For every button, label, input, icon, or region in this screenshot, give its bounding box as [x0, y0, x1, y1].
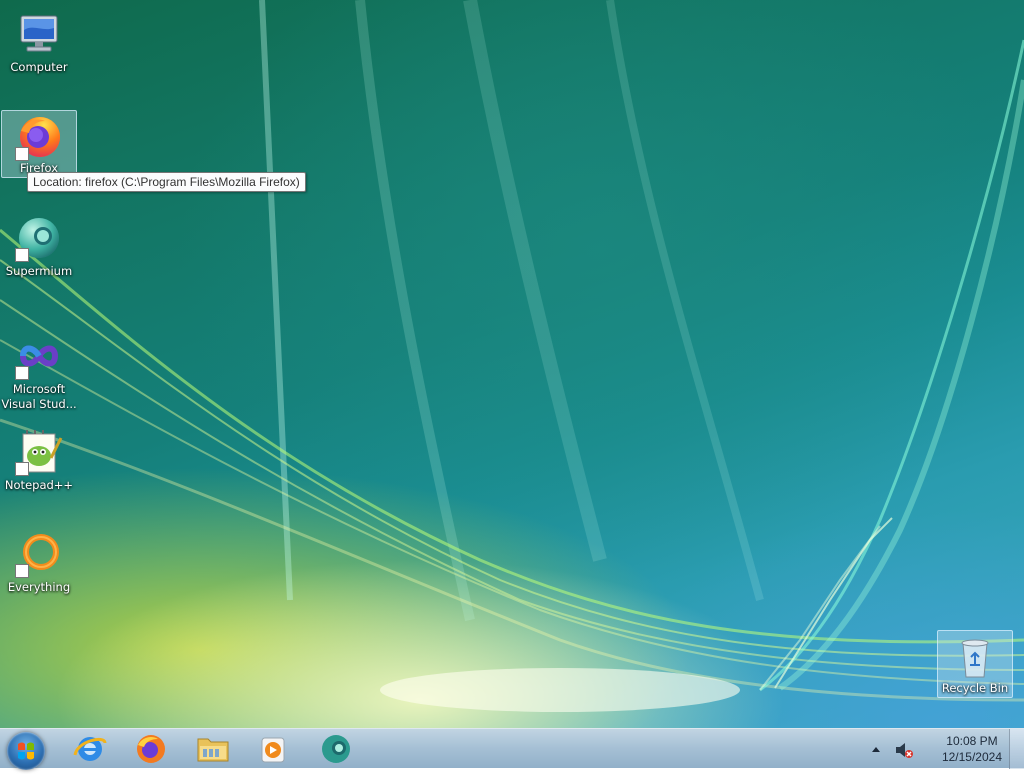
supermium-icon — [322, 735, 350, 763]
show-desktop-button[interactable] — [1009, 729, 1024, 769]
desktop-icon-computer[interactable]: Computer — [1, 4, 77, 75]
taskbar-supermium[interactable] — [311, 731, 361, 767]
recycle-bin-icon — [951, 633, 999, 681]
clock-date: 12/15/2024 — [941, 750, 1002, 764]
icon-label: Computer — [10, 60, 68, 74]
shortcut-arrow-icon — [15, 564, 29, 578]
taskbar-internet-explorer[interactable] — [65, 731, 115, 767]
wallpaper-waves — [0, 0, 1024, 712]
notepadpp-icon — [15, 428, 63, 476]
folder-icon — [197, 738, 229, 762]
visual-studio-icon — [15, 332, 63, 380]
icon-label: Microsoft Visual Stud... — [1, 382, 77, 411]
tooltip: Location: firefox (C:\Program Files\Mozi… — [27, 172, 306, 192]
firefox-icon — [137, 735, 165, 763]
show-hidden-icons-arrow[interactable] — [870, 744, 882, 756]
shortcut-arrow-icon — [15, 462, 29, 476]
desktop[interactable]: Computer Firefox Location: firefox (C:\P… — [0, 0, 1024, 728]
firefox-icon — [15, 113, 63, 161]
icon-label: Recycle Bin — [941, 681, 1009, 695]
media-player-icon — [261, 737, 285, 763]
shortcut-arrow-icon — [15, 366, 29, 380]
system-tray: 10:08 PM 12/15/2024 — [854, 729, 1024, 769]
taskbar: 10:08 PM 12/15/2024 — [0, 728, 1024, 770]
internet-explorer-icon — [73, 737, 107, 761]
desktop-icon-everything[interactable]: Everything — [1, 524, 77, 595]
start-button[interactable] — [7, 732, 45, 770]
icon-label: Supermium — [5, 264, 73, 278]
windows-start-icon — [18, 742, 34, 760]
desktop-icon-supermium[interactable]: Supermium — [1, 208, 77, 279]
clock[interactable]: 10:08 PM 12/15/2024 — [942, 733, 1002, 765]
volume-muted-icon[interactable] — [894, 740, 914, 760]
everything-icon — [15, 530, 63, 578]
shortcut-arrow-icon — [15, 248, 29, 262]
supermium-icon — [15, 214, 63, 262]
computer-icon — [15, 10, 63, 58]
taskbar-firefox[interactable] — [126, 731, 176, 767]
desktop-icon-notepadpp[interactable]: Notepad++ — [1, 422, 77, 493]
clock-time: 10:08 PM — [946, 734, 998, 748]
desktop-icon-recycle-bin[interactable]: Recycle Bin — [937, 630, 1013, 698]
taskbar-media-player[interactable] — [249, 731, 299, 767]
desktop-icon-visual-studio[interactable]: Microsoft Visual Stud... — [1, 326, 77, 412]
shortcut-arrow-icon — [15, 147, 29, 161]
icon-label: Everything — [7, 580, 71, 594]
taskbar-windows-explorer[interactable] — [188, 731, 238, 767]
desktop-icon-firefox[interactable]: Firefox — [1, 110, 77, 178]
icon-label: Notepad++ — [4, 478, 74, 492]
